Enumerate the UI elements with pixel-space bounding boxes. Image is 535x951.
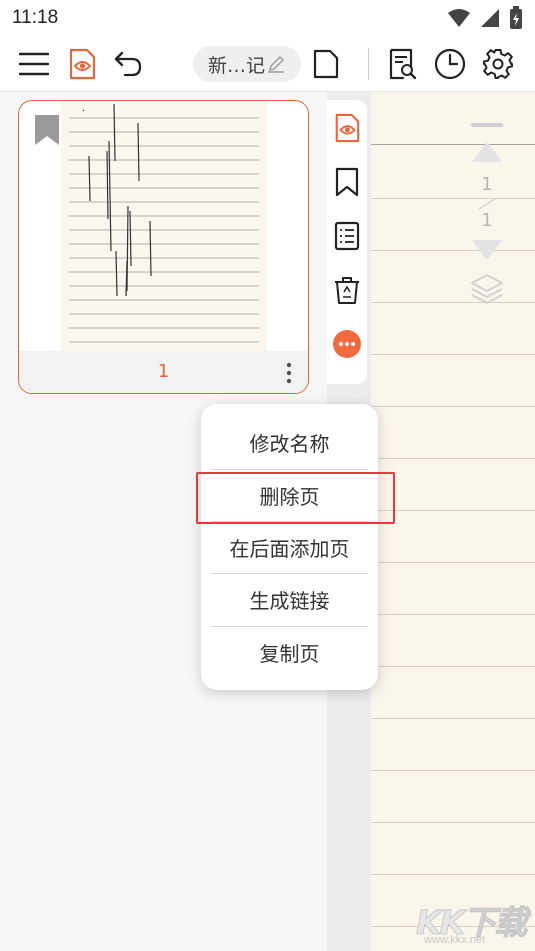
note-title-field[interactable]: 新…记: [193, 46, 301, 82]
page-up-icon[interactable]: [470, 140, 504, 164]
bookmark-outline-icon: [335, 167, 359, 197]
watermark-url: www.kkx.net: [424, 934, 486, 946]
collapse-handle-icon[interactable]: [471, 122, 503, 128]
side-recycle-button[interactable]: [329, 272, 365, 308]
side-more-button[interactable]: [329, 326, 365, 362]
side-view-button[interactable]: [329, 110, 365, 146]
menu-generate-link[interactable]: 生成链接: [211, 573, 368, 625]
page-context-menu: 修改名称 删除页 在后面添加页 生成链接 复制页: [201, 404, 378, 690]
ruled-line: [371, 354, 535, 355]
ruled-line: [371, 718, 535, 719]
ruled-line: [371, 198, 535, 199]
menu-copy-page[interactable]: 复制页: [211, 626, 368, 678]
menu-add-page-after[interactable]: 在后面添加页: [211, 521, 368, 573]
search-notes-icon: [389, 48, 417, 80]
ruled-line: [371, 562, 535, 563]
delete-page-highlight: [196, 472, 395, 524]
ruled-line: [371, 510, 535, 511]
search-notes-button[interactable]: [384, 46, 420, 82]
page-navigator: 1 1: [464, 108, 510, 322]
page-number: 1: [157, 361, 170, 382]
ruled-line: [371, 614, 535, 615]
page-separator-icon: [478, 198, 496, 210]
ruled-line: [371, 770, 535, 771]
ruled-line: [371, 822, 535, 823]
menu-rename-page[interactable]: 修改名称: [211, 416, 368, 468]
toolbar-divider: [368, 48, 369, 80]
layers-icon[interactable]: [470, 272, 504, 306]
status-icons: [447, 6, 523, 30]
history-clock-icon: [434, 48, 466, 80]
undo-button[interactable]: [110, 46, 146, 82]
side-outline-button[interactable]: [329, 218, 365, 254]
eye-page-icon: [69, 48, 96, 80]
ruled-line: [371, 250, 535, 251]
battery-icon: [510, 6, 522, 29]
page-thumbnail-card[interactable]: 1: [18, 100, 309, 394]
history-button[interactable]: [432, 46, 468, 82]
ruled-line: [371, 666, 535, 667]
outline-list-icon: [334, 221, 360, 251]
edit-pencil-icon: [268, 56, 285, 73]
ruled-line: [371, 458, 535, 459]
signal-icon: [481, 9, 499, 27]
wifi-icon: [448, 9, 470, 27]
menu-button[interactable]: [16, 46, 52, 82]
page-down-icon[interactable]: [470, 238, 504, 262]
ruled-line: [371, 406, 535, 407]
thumbnail-drawing: [69, 103, 259, 343]
total-page-number: 1: [481, 210, 493, 231]
watermark: KK下载 www.kkx.net: [414, 896, 534, 948]
notebook-page[interactable]: [371, 92, 535, 951]
app-screen: 11:18 新…记 1 1 1 修改名称 删除页 在后面添加页 生成链接 复制页…: [0, 0, 535, 951]
ruled-line: [371, 874, 535, 875]
eye-page-icon: [335, 113, 360, 143]
more-icon: [333, 330, 361, 358]
settings-gear-icon: [483, 49, 513, 79]
settings-button[interactable]: [480, 46, 516, 82]
page-thumbnail: [61, 101, 267, 351]
side-bookmark-button[interactable]: [329, 164, 365, 200]
view-mode-button[interactable]: [64, 46, 100, 82]
ruled-line: [371, 302, 535, 303]
status-bar: 11:18: [0, 0, 535, 36]
recycle-bin-icon: [335, 277, 359, 304]
new-page-icon: [313, 49, 339, 79]
new-page-button[interactable]: [308, 46, 344, 82]
page-header-line: [371, 144, 535, 145]
current-page-number: 1: [481, 174, 493, 195]
page-more-icon[interactable]: [282, 361, 296, 385]
menu-icon: [19, 52, 49, 76]
page-card-footer: 1: [19, 351, 308, 393]
undo-icon: [114, 51, 142, 77]
top-toolbar: 新…记: [0, 36, 535, 92]
bookmark-icon[interactable]: [34, 114, 60, 146]
side-tools-panel: [327, 100, 367, 384]
note-title: 新…记: [208, 54, 266, 77]
status-time: 11:18: [12, 7, 59, 28]
